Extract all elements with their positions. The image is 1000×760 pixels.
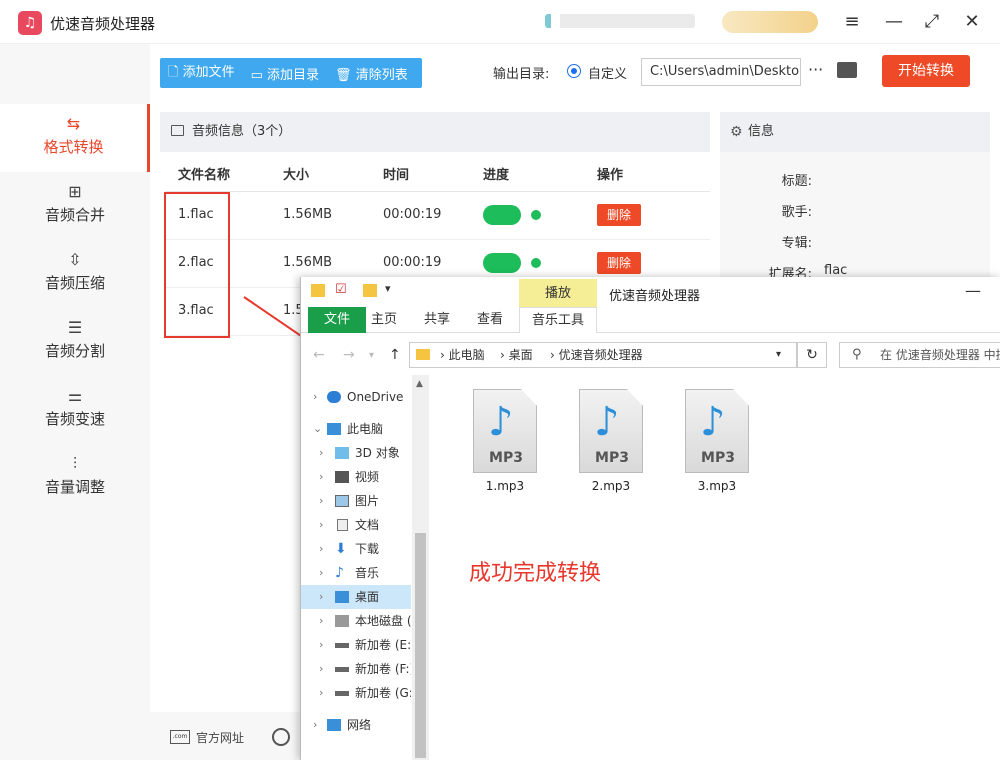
tree-item-documents[interactable]: › 文档 — [301, 513, 411, 537]
file-label: 2.mp3 — [591, 479, 631, 493]
computer-icon — [327, 423, 341, 435]
file-label: 3.mp3 — [697, 479, 737, 493]
breadcrumb-label: 桌面 — [508, 348, 533, 362]
tree-label: 3D 对象 — [355, 446, 400, 460]
folder-icon — [416, 349, 430, 360]
minimize-icon[interactable]: — — [965, 281, 981, 300]
tree-item-local-disk[interactable]: › 本地磁盘 ( — [301, 609, 411, 633]
tree-label: 文档 — [355, 518, 380, 532]
ribbon-tabs: 文件 主页 共享 查看 音乐工具 — [301, 307, 1000, 333]
tree-item-downloads[interactable]: › ⬇ 下载 — [301, 537, 411, 561]
tree-label: 桌面 — [355, 590, 380, 604]
mp3-file-icon: ♪ MP3 — [473, 389, 537, 473]
tab-home[interactable]: 主页 — [363, 307, 405, 333]
breadcrumb-label: 此电脑 — [448, 348, 485, 362]
tree-label: 音乐 — [355, 566, 380, 580]
tree-item-music[interactable]: › ♪ 音乐 — [301, 561, 411, 585]
tree-label: 图片 — [355, 494, 380, 508]
new-folder-icon[interactable] — [363, 284, 377, 297]
navigation-tree: › OneDrive ⌄ 此电脑 › 3D 对象 › 视频 › 图片 › 文档 › ⬇ 下载 ›… — [301, 375, 429, 760]
tree-label: 新加卷 (G: — [355, 686, 411, 700]
scroll-up-icon[interactable]: ▲ — [416, 379, 423, 389]
tree-item-onedrive[interactable]: › OneDrive — [301, 385, 411, 409]
tree-item-network[interactable]: › 网络 — [301, 713, 411, 737]
breadcrumb-label: 优速音频处理器 — [558, 348, 643, 362]
chevron-down-icon[interactable]: ▾ — [385, 282, 391, 295]
chevron-down-icon[interactable]: ▾ — [369, 350, 374, 361]
forward-icon[interactable]: → — [343, 347, 355, 363]
tree-label: 视频 — [355, 470, 380, 484]
tree-label: OneDrive — [347, 390, 404, 404]
breadcrumb-this-pc[interactable]: › 此电脑 — [440, 343, 485, 367]
tab-music-tools[interactable]: 音乐工具 — [519, 307, 597, 333]
file-badge: MP3 — [701, 450, 735, 466]
cube-icon — [335, 447, 349, 459]
breadcrumb-folder[interactable]: › 优速音频处理器 — [550, 343, 643, 367]
success-annotation: 成功完成转换 — [469, 561, 602, 586]
music-icon: ♪ — [335, 565, 344, 581]
video-icon — [335, 471, 349, 483]
tree-item-videos[interactable]: › 视频 — [301, 465, 411, 489]
file-badge: MP3 — [489, 450, 523, 466]
tree-item-this-pc[interactable]: ⌄ 此电脑 — [301, 417, 411, 441]
mp3-file-icon: ♪ MP3 — [579, 389, 643, 473]
tab-share[interactable]: 共享 — [416, 307, 458, 333]
tree-item-desktop[interactable]: › 桌面 — [301, 585, 411, 609]
tree-label: 下载 — [355, 542, 380, 556]
mp3-file-icon: ♪ MP3 — [685, 389, 749, 473]
tree-scrollbar[interactable]: ▲ — [412, 375, 429, 760]
tree-item-drive-g[interactable]: › 新加卷 (G: — [301, 681, 411, 705]
drive-icon — [335, 691, 349, 696]
file-label: 1.mp3 — [485, 479, 525, 493]
file-badge: MP3 — [595, 450, 629, 466]
play-tab[interactable]: 播放 — [519, 279, 597, 307]
tab-file[interactable]: 文件 — [308, 307, 366, 333]
cloud-icon — [327, 391, 341, 403]
chevron-down-icon[interactable]: ▾ — [776, 343, 781, 367]
search-placeholder: 在 优速音频处理器 中搜 — [880, 348, 1000, 362]
tree-label: 新加卷 (F:) — [355, 662, 411, 676]
tree-item-pictures[interactable]: › 图片 — [301, 489, 411, 513]
breadcrumb-desktop[interactable]: › 桌面 — [500, 343, 533, 367]
document-icon — [337, 519, 348, 531]
tree-item-3d-objects[interactable]: › 3D 对象 — [301, 441, 411, 465]
tree-label: 新加卷 (E:) — [355, 638, 411, 652]
tree-item-drive-e[interactable]: › 新加卷 (E:) — [301, 633, 411, 657]
disk-icon — [335, 615, 349, 627]
picture-icon — [335, 495, 349, 507]
search-icon: ⚲ — [852, 347, 862, 362]
file-item[interactable]: ♪ MP3 3.mp3 — [677, 389, 757, 493]
search-input[interactable]: ⚲ 在 优速音频处理器 中搜 — [839, 342, 1000, 368]
up-icon[interactable]: ↑ — [389, 347, 401, 363]
tab-view[interactable]: 查看 — [469, 307, 511, 333]
explorer-title: 优速音频处理器 — [609, 289, 701, 304]
desktop-icon — [335, 591, 349, 603]
drive-icon — [335, 667, 349, 672]
tree-label: 此电脑 — [347, 422, 384, 436]
file-item[interactable]: ♪ MP3 2.mp3 — [571, 389, 651, 493]
download-icon: ⬇ — [335, 541, 347, 557]
back-icon[interactable]: ← — [313, 347, 325, 363]
properties-icon[interactable]: ☑ — [335, 282, 347, 297]
tree-label: 网络 — [347, 718, 372, 732]
tree-item-drive-f[interactable]: › 新加卷 (F:) — [301, 657, 411, 681]
drive-icon — [335, 643, 349, 648]
address-bar[interactable]: › 此电脑 › 桌面 › 优速音频处理器 ▾ — [409, 342, 797, 368]
file-item[interactable]: ♪ MP3 1.mp3 — [465, 389, 545, 493]
tree-label: 本地磁盘 ( — [355, 614, 411, 628]
explorer-window: ☑ ▾ 播放 优速音频处理器 — 文件 主页 共享 查看 音乐工具 ← → ▾ … — [300, 277, 1000, 760]
scroll-thumb[interactable] — [415, 533, 426, 758]
address-row: ← → ▾ ↑ › 此电脑 › 桌面 › 优速音频处理器 ▾ ↻ ⚲ 在 优速音… — [301, 337, 1000, 373]
refresh-icon[interactable]: ↻ — [797, 342, 827, 368]
network-icon — [327, 719, 341, 731]
folder-icon — [311, 284, 325, 297]
